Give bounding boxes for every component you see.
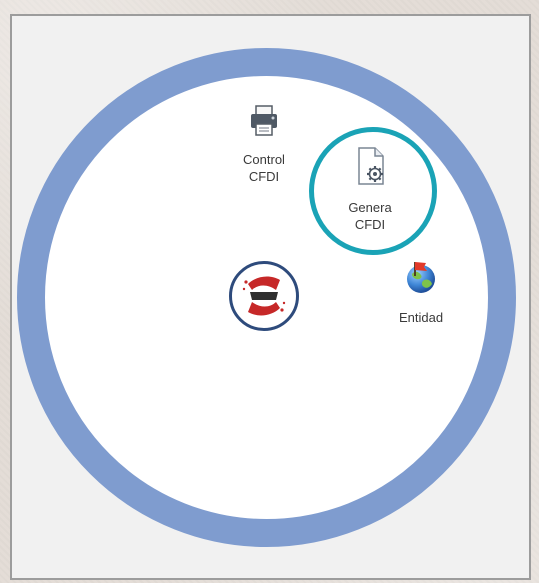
printer-icon — [247, 104, 281, 143]
genera-cfdi-item[interactable]: Genera CFDI — [325, 146, 415, 233]
genera-cfdi-label: Genera CFDI — [348, 200, 392, 232]
app-logo-icon — [242, 276, 286, 316]
document-gear-icon — [353, 146, 387, 191]
globe-flag-icon — [401, 256, 441, 301]
control-cfdi-item[interactable]: Control CFDI — [219, 104, 309, 185]
entidad-label: Entidad — [398, 310, 444, 325]
control-cfdi-label: Control CFDI — [243, 152, 285, 184]
app-logo[interactable] — [229, 261, 299, 331]
entidad-item[interactable]: Entidad — [376, 256, 466, 326]
